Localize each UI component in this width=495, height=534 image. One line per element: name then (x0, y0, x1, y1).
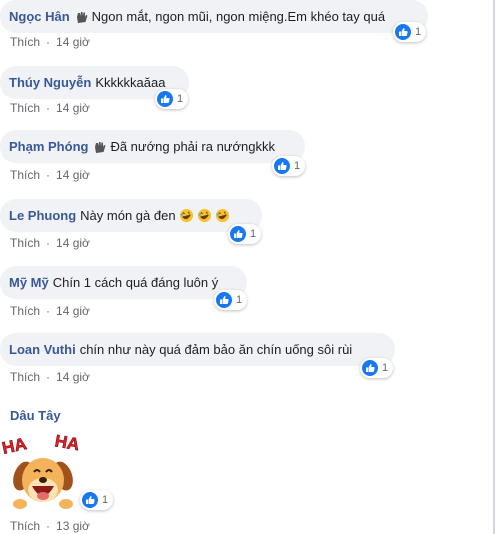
like-icon (395, 24, 411, 40)
reaction-number: 1 (415, 26, 422, 38)
reaction-number: 1 (102, 494, 109, 506)
like-link[interactable]: Thích (10, 168, 40, 182)
comment-text: Này món gà đen (80, 208, 176, 223)
like-link[interactable]: Thích (10, 370, 40, 384)
reaction-count[interactable]: 1 (228, 224, 262, 244)
like-icon (362, 360, 378, 376)
comment-time[interactable]: 14 giờ (56, 101, 90, 115)
comment-author[interactable]: Phạm Phóng (9, 139, 88, 154)
svg-text:HA: HA (53, 431, 80, 454)
comment-bubble: Mỹ Mỹ Chín 1 cách quá đáng luôn ý (0, 266, 247, 299)
reaction-number: 1 (382, 362, 389, 374)
rofl-emoji (197, 208, 211, 223)
comment-meta: Thích · 14 giờ (10, 236, 90, 250)
like-link[interactable]: Thích (10, 519, 40, 533)
haha-dog-sticker[interactable]: HA HA (0, 430, 86, 516)
reaction-count[interactable]: 1 (360, 358, 394, 378)
comment-time[interactable]: 14 giờ (56, 168, 90, 182)
like-icon (274, 158, 290, 174)
comment-author[interactable]: Loan Vuthi (9, 342, 76, 357)
comment-meta: Thích · 14 giờ (10, 168, 90, 182)
like-icon (216, 292, 232, 308)
reaction-count[interactable]: 1 (214, 290, 248, 310)
comment-meta: Thích · 13 giờ (10, 519, 90, 533)
like-link[interactable]: Thích (10, 304, 40, 318)
reaction-number: 1 (177, 93, 184, 105)
comment-time[interactable]: 14 giờ (56, 236, 90, 250)
reaction-count[interactable]: 1 (155, 89, 189, 109)
comment-author[interactable]: Le Phuong (9, 208, 76, 223)
comment-author[interactable]: Thúy Nguyễn (9, 75, 91, 90)
reaction-count[interactable]: 1 (80, 490, 114, 510)
comment-time[interactable]: 13 giờ (56, 519, 90, 533)
reaction-count[interactable]: 1 (272, 156, 306, 176)
comment-text: Ngon mắt, ngon mũi, ngon miệng.Em khéo t… (91, 9, 386, 24)
comment-bubble: Loan Vuthi chín như này quá đảm bảo ăn c… (0, 333, 395, 366)
comment-bubble: Phạm Phóng Đã nướng phải ra nướngkkk (0, 130, 305, 163)
rofl-emoji (215, 208, 229, 223)
rofl-emoji (179, 208, 193, 223)
comment-meta: Thích · 14 giờ (10, 370, 90, 384)
comment-text: Kkkkkkaăaa (95, 75, 166, 90)
waving-hand-icon (95, 141, 106, 153)
like-link[interactable]: Thích (10, 35, 40, 49)
like-link[interactable]: Thích (10, 101, 40, 115)
comment-text: Chín 1 cách quá đáng luôn ý (52, 275, 219, 290)
like-link[interactable]: Thích (10, 236, 40, 250)
reaction-count[interactable]: 1 (393, 22, 427, 42)
like-icon (157, 91, 173, 107)
waving-hand-icon (76, 11, 88, 23)
comment-text: Đã nướng phải ra nướngkkk (110, 139, 275, 154)
comment-bubble: Ngọc Hân Ngon mắt, ngon mũi, ngon miệng.… (0, 0, 428, 33)
comment-time[interactable]: 14 giờ (56, 304, 90, 318)
haha-text: HA HA (0, 431, 81, 458)
comment-time[interactable]: 14 giờ (56, 35, 90, 49)
like-icon (82, 492, 98, 508)
reaction-number: 1 (236, 294, 243, 306)
reaction-number: 1 (294, 160, 301, 172)
comment-meta: Thích · 14 giờ (10, 35, 90, 49)
comment-text: chín như này quá đảm bảo ăn chín uống sô… (79, 342, 353, 357)
comment-author[interactable]: Ngọc Hân (9, 9, 70, 24)
comment-meta: Thích · 14 giờ (10, 304, 90, 318)
dog-face (13, 458, 73, 509)
svg-text:HA: HA (0, 434, 28, 458)
reaction-number: 1 (250, 228, 257, 240)
comment-bubble: Le Phuong Này món gà đen (0, 199, 262, 232)
comment-author[interactable]: Mỹ Mỹ (9, 275, 49, 290)
comment-meta: Thích · 14 giờ (10, 101, 90, 115)
comment-time[interactable]: 14 giờ (56, 370, 90, 384)
comment-author[interactable]: Dâu Tây (10, 408, 61, 423)
like-icon (230, 226, 246, 242)
